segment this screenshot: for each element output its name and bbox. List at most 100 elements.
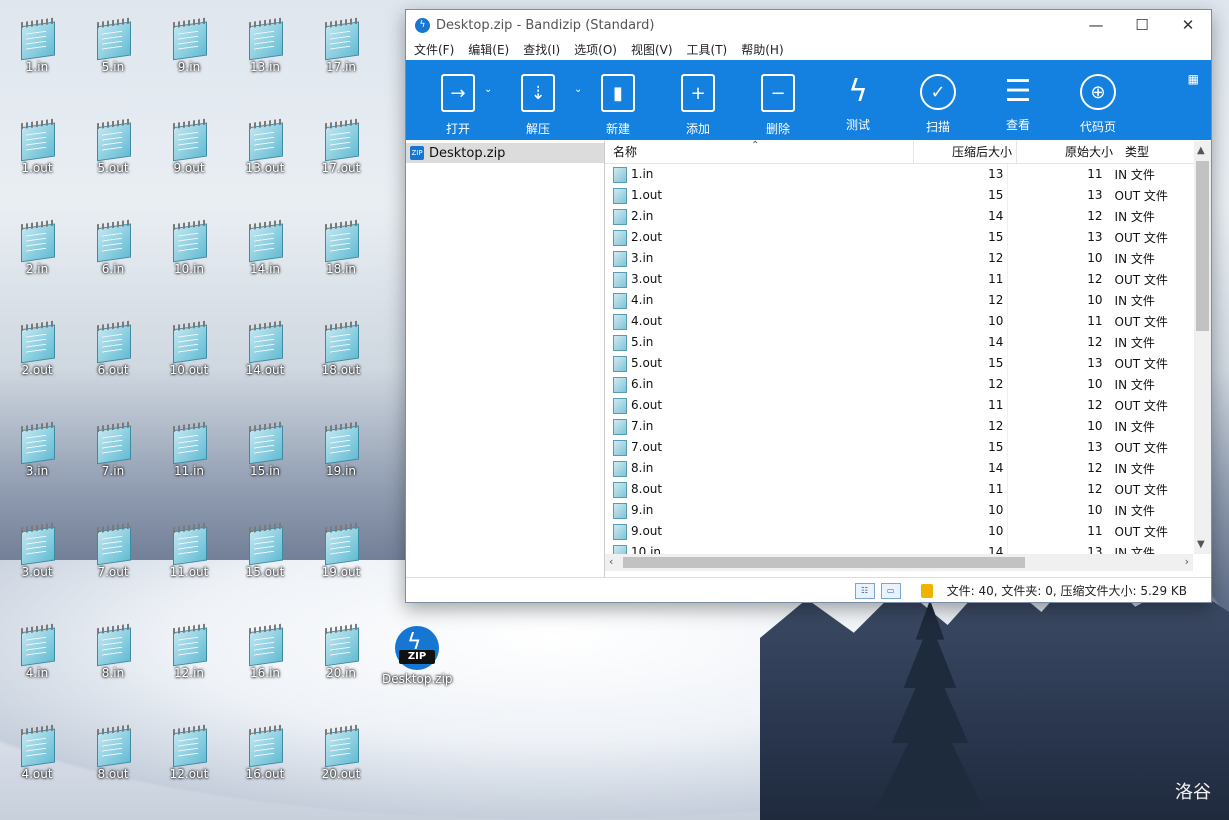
scroll-down-arrow-icon[interactable]: ▼ — [1197, 539, 1205, 550]
table-row[interactable]: 1.out 15 13 OUT 文件 — [605, 185, 1193, 206]
desktop-icon-file[interactable]: 20.in — [306, 623, 376, 680]
toolbar-open-button[interactable]: → 打开 — [418, 60, 498, 137]
table-row[interactable]: 9.in 10 10 IN 文件 — [605, 500, 1193, 521]
desktop-icon-file[interactable]: 3.out — [2, 522, 72, 579]
title-bar[interactable]: ϟ Desktop.zip - Bandizip (Standard) — ☐ … — [406, 10, 1211, 40]
table-row[interactable]: 8.out 11 12 OUT 文件 — [605, 479, 1193, 500]
open-dropdown-chevron-icon[interactable]: ⌄ — [484, 84, 492, 95]
desktop-icon-file[interactable]: 20.out — [306, 724, 376, 781]
column-header-compressed-size[interactable]: 压缩后大小 — [914, 141, 1017, 163]
toolbar-view-button[interactable]: ☰ 查看 — [978, 60, 1058, 133]
menu-find[interactable]: 查找(I) — [523, 40, 560, 60]
toolbar-scan-button[interactable]: ✓ 扫描 — [898, 60, 978, 135]
table-row[interactable]: 7.out 15 13 OUT 文件 — [605, 437, 1193, 458]
table-row[interactable]: 4.in 12 10 IN 文件 — [605, 290, 1193, 311]
table-row[interactable]: 2.out 15 13 OUT 文件 — [605, 227, 1193, 248]
column-header-type[interactable]: 类型 — [1117, 141, 1205, 163]
desktop-icon-file[interactable]: 4.in — [2, 623, 72, 680]
notepad-file-icon — [93, 722, 133, 768]
desktop-icon-file[interactable]: 5.in — [78, 17, 148, 74]
menu-help[interactable]: 帮助(H) — [741, 40, 783, 60]
desktop-icon-file[interactable]: 3.in — [2, 421, 72, 478]
desktop-icon-file[interactable]: 6.out — [78, 320, 148, 377]
desktop-icon-file[interactable]: 12.in — [154, 623, 224, 680]
desktop-icon-file[interactable]: 18.in — [306, 219, 376, 276]
table-row[interactable]: 10.in 14 13 IN 文件 — [605, 542, 1193, 554]
table-row[interactable]: 9.out 10 11 OUT 文件 — [605, 521, 1193, 542]
desktop-icon-file[interactable]: 6.in — [78, 219, 148, 276]
desktop-icon-file[interactable]: 12.out — [154, 724, 224, 781]
desktop-icon-file[interactable]: 17.out — [306, 118, 376, 175]
desktop-icon-file[interactable]: 13.out — [230, 118, 300, 175]
desktop-icon-file[interactable]: 11.in — [154, 421, 224, 478]
scroll-left-arrow-icon[interactable]: ‹ — [609, 555, 613, 568]
desktop-icon-file[interactable]: 5.out — [78, 118, 148, 175]
details-view-icon[interactable]: ☷ — [854, 582, 875, 599]
desktop-icon-desktop-zip[interactable]: ϟ ZIP Desktop.zip — [382, 626, 453, 686]
menu-options[interactable]: 选项(O) — [574, 40, 617, 60]
menu-view[interactable]: 视图(V) — [631, 40, 673, 60]
vertical-scrollbar-thumb[interactable] — [1196, 161, 1209, 331]
tree-item-archive[interactable]: ZIP Desktop.zip — [406, 143, 604, 163]
toolbar-codepage-button[interactable]: ⊕ 代码页 — [1058, 60, 1138, 135]
desktop-icon-file[interactable]: 16.in — [230, 623, 300, 680]
table-row[interactable]: 4.out 10 11 OUT 文件 — [605, 311, 1193, 332]
desktop-icon-file[interactable]: 10.in — [154, 219, 224, 276]
desktop-icon-file[interactable]: 19.in — [306, 421, 376, 478]
desktop-icon-file[interactable]: 16.out — [230, 724, 300, 781]
desktop-icon-file[interactable]: 4.out — [2, 724, 72, 781]
desktop-icon-file[interactable]: 2.out — [2, 320, 72, 377]
table-row[interactable]: 7.in 12 10 IN 文件 — [605, 416, 1193, 437]
column-header-original-size[interactable]: 原始大小 — [1017, 141, 1117, 163]
desktop-icon-file[interactable]: 9.out — [154, 118, 224, 175]
desktop-icon-file[interactable]: 13.in — [230, 17, 300, 74]
horizontal-scrollbar[interactable]: ‹ › — [605, 554, 1193, 571]
scroll-right-arrow-icon[interactable]: › — [1185, 555, 1189, 568]
toolbar-add-button[interactable]: + 添加 — [658, 60, 738, 137]
layout-grid-icon[interactable]: ▦ — [1188, 72, 1199, 86]
menu-file[interactable]: 文件(F) — [414, 40, 454, 60]
horizontal-scrollbar-thumb[interactable] — [623, 557, 1025, 568]
toolbar-extract-button[interactable]: ⇣ 解压 — [498, 60, 578, 137]
desktop-icon-file[interactable]: 8.in — [78, 623, 148, 680]
table-row[interactable]: 8.in 14 12 IN 文件 — [605, 458, 1193, 479]
close-button[interactable]: ✕ — [1165, 10, 1211, 40]
desktop-icon-file[interactable]: 18.out — [306, 320, 376, 377]
table-row[interactable]: 6.in 12 10 IN 文件 — [605, 374, 1193, 395]
desktop-icon-file[interactable]: 9.in — [154, 17, 224, 74]
desktop-icon-file[interactable]: 11.out — [154, 522, 224, 579]
vertical-scrollbar[interactable]: ▲ ▼ — [1194, 141, 1211, 554]
table-row[interactable]: 3.in 12 10 IN 文件 — [605, 248, 1193, 269]
menu-edit[interactable]: 编辑(E) — [468, 40, 509, 60]
table-row[interactable]: 5.in 14 12 IN 文件 — [605, 332, 1193, 353]
desktop-icon-file[interactable]: 1.out — [2, 118, 72, 175]
minimize-button[interactable]: — — [1073, 10, 1119, 40]
desktop-icon-file[interactable]: 17.in — [306, 17, 376, 74]
sort-ascending-icon: ⌃ — [751, 140, 760, 151]
desktop-icon-file[interactable]: 7.in — [78, 421, 148, 478]
desktop-icon-label: 16.in — [249, 666, 281, 680]
column-header-name[interactable]: 名称 ⌃ — [605, 140, 914, 163]
scroll-up-arrow-icon[interactable]: ▲ — [1197, 145, 1205, 156]
desktop-icon-file[interactable]: 15.out — [230, 522, 300, 579]
table-row[interactable]: 3.out 11 12 OUT 文件 — [605, 269, 1193, 290]
desktop-icon-file[interactable]: 7.out — [78, 522, 148, 579]
desktop-icon-file[interactable]: 14.out — [230, 320, 300, 377]
table-row[interactable]: 1.in 13 11 IN 文件 — [605, 164, 1193, 185]
desktop-icon-file[interactable]: 15.in — [230, 421, 300, 478]
table-row[interactable]: 6.out 11 12 OUT 文件 — [605, 395, 1193, 416]
maximize-button[interactable]: ☐ — [1119, 10, 1165, 40]
toolbar-test-button[interactable]: ϟ 测试 — [818, 60, 898, 133]
thumbnail-view-icon[interactable]: ▭ — [880, 582, 901, 599]
table-row[interactable]: 5.out 15 13 OUT 文件 — [605, 353, 1193, 374]
desktop-icon-file[interactable]: 10.out — [154, 320, 224, 377]
menu-tools[interactable]: 工具(T) — [687, 40, 728, 60]
desktop-icon-file[interactable]: 14.in — [230, 219, 300, 276]
toolbar-new-button[interactable]: ▮ 新建 — [578, 60, 658, 137]
toolbar-delete-button[interactable]: − 删除 — [738, 60, 818, 137]
desktop-icon-file[interactable]: 8.out — [78, 722, 148, 781]
desktop-icon-file[interactable]: 19.out — [306, 522, 376, 579]
table-row[interactable]: 2.in 14 12 IN 文件 — [605, 206, 1193, 227]
desktop-icon-file[interactable]: 2.in — [2, 219, 72, 276]
desktop-icon-file[interactable]: 1.in — [2, 17, 72, 74]
